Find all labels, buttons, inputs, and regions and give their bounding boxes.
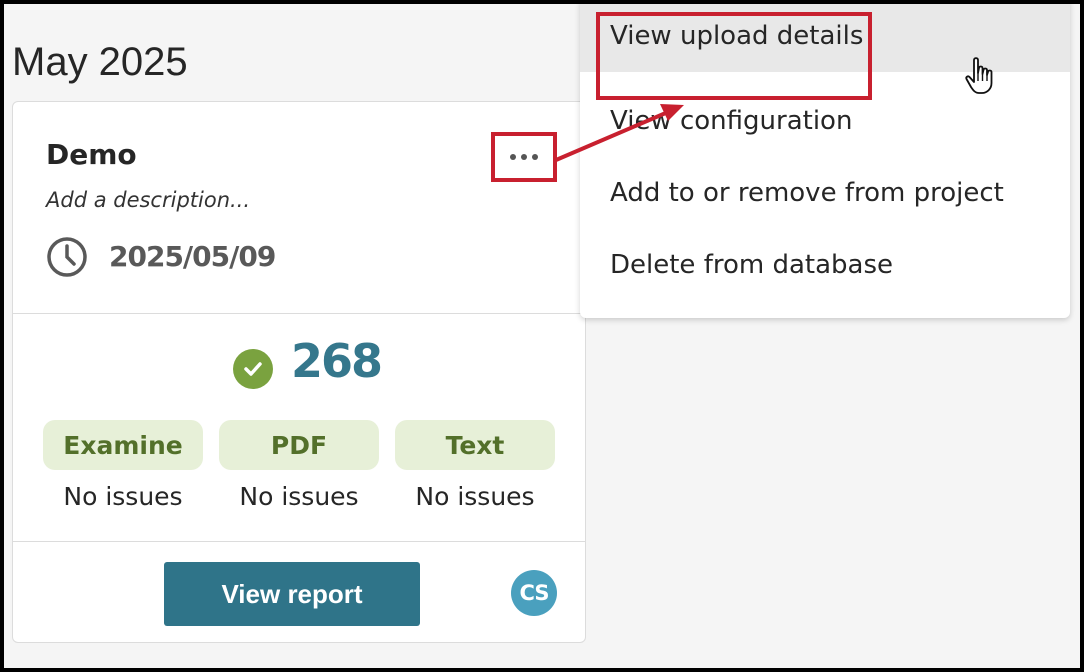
view-report-button[interactable]: View report [164,562,420,626]
upload-date: 2025/05/09 [109,240,276,273]
divider [13,541,585,542]
check-badge-examine[interactable]: Examine [43,420,203,470]
screenshot-frame: May 2025 Demo Add a description... 2025/… [4,4,1080,668]
hand-cursor-icon [965,57,993,94]
more-options-button[interactable] [491,132,557,182]
description-field[interactable]: Add a description... [46,188,250,212]
divider [13,313,585,314]
menu-item-add-remove-project[interactable]: Add to or remove from project [580,157,1070,229]
menu-item-delete-from-database[interactable]: Delete from database [580,229,1070,301]
month-heading: May 2025 [12,40,188,84]
check-circle-icon [233,349,273,389]
pages-count: 268 [291,334,383,388]
check-badge-text[interactable]: Text [395,420,555,470]
clock-icon [47,237,87,277]
check-status-text: No issues [415,482,535,511]
more-options-icon [510,154,538,160]
upload-title: Demo [46,138,137,171]
upload-card: Demo Add a description... 2025/05/09 268… [12,101,586,643]
annotation-highlight-box [596,12,872,100]
check-badge-pdf[interactable]: PDF [219,420,379,470]
check-status-pdf: No issues [239,482,359,511]
avatar[interactable]: CS [511,570,557,616]
check-status-examine: No issues [63,482,183,511]
